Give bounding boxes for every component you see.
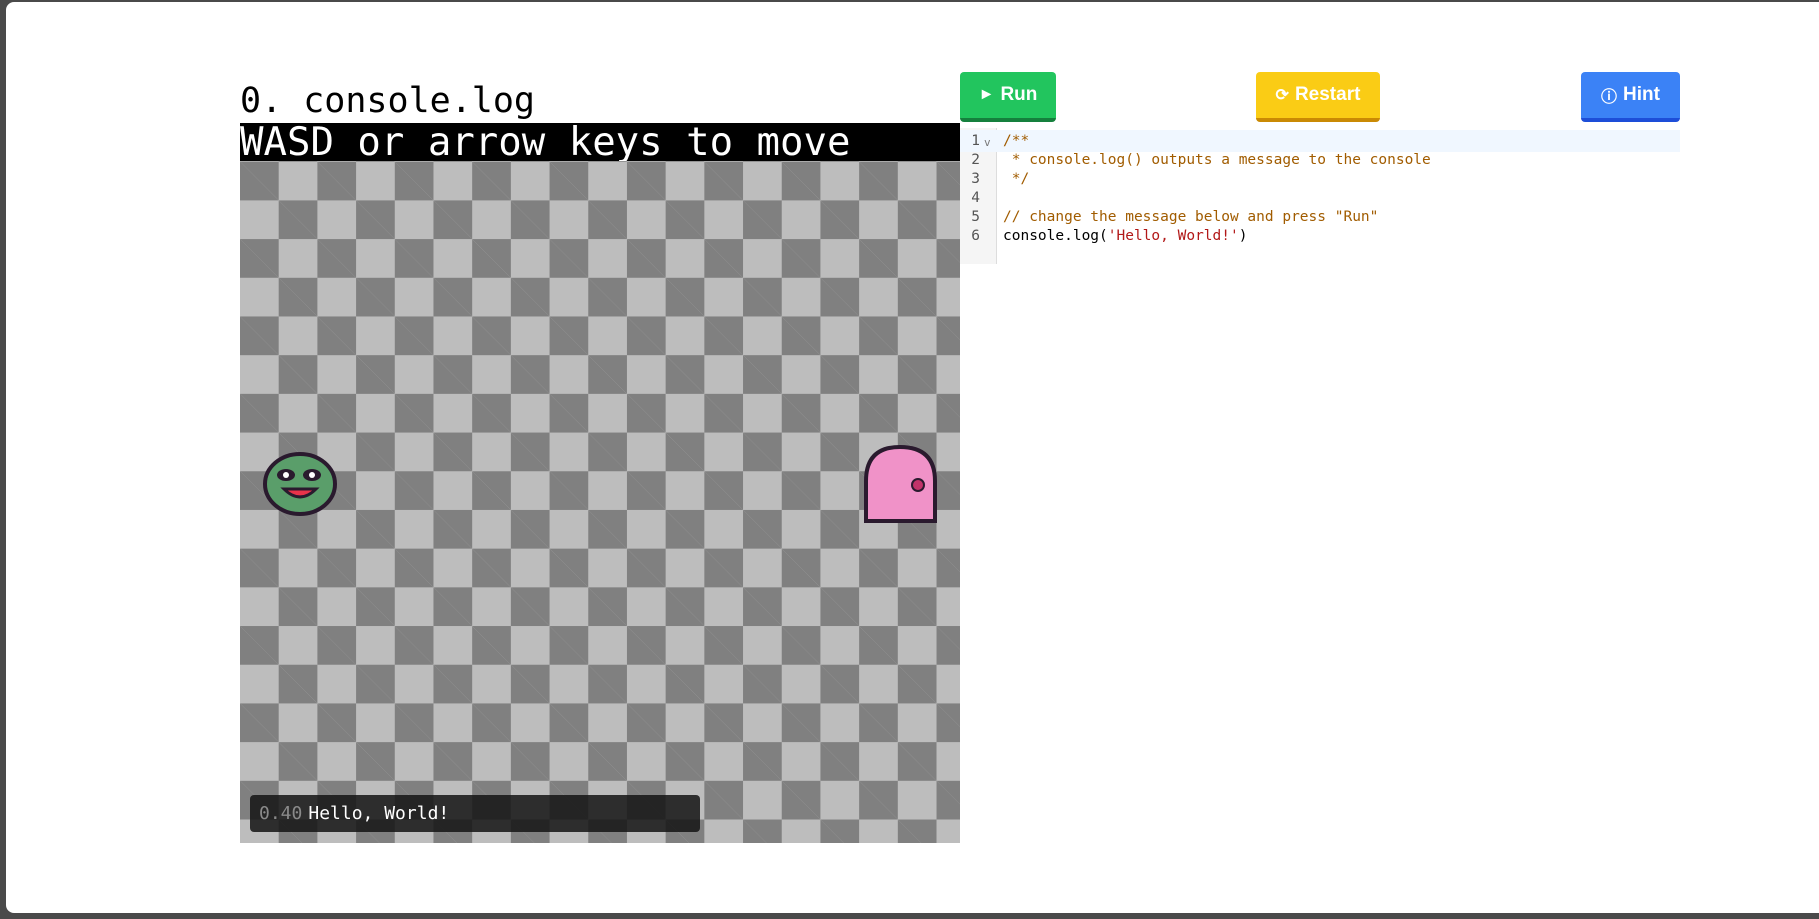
game-instructions: WASD or arrow keys to move — [240, 123, 960, 161]
restart-button-label: Restart — [1294, 84, 1361, 105]
player-character — [263, 452, 337, 516]
run-button[interactable]: ► Run — [960, 72, 1056, 122]
hint-button-label: Hint — [1623, 84, 1660, 105]
string-token: 'Hello, World!' — [1107, 228, 1239, 244]
game-canvas[interactable]: WASD or arrow keys to move 0.40 Hello, Wo… — [240, 123, 960, 843]
level-title: 0. console.log — [240, 81, 536, 121]
code-token: console.log( — [1003, 228, 1108, 244]
run-button-label: Run — [1000, 84, 1038, 105]
code-editor[interactable]: 1 v/** 2 * console.log() outputs a message… — [960, 128, 1680, 264]
code-token: ) — [1238, 228, 1248, 244]
hint-button[interactable]: ⓘ Hint — [1581, 72, 1680, 122]
play-icon: ► — [978, 86, 995, 103]
console-timestamp: 0.40 — [259, 803, 303, 824]
comment-token: /** — [1003, 133, 1030, 149]
comment-token: */ — [1003, 171, 1030, 187]
comment-token: * console.log() outputs a message to the… — [1003, 152, 1431, 168]
code-line[interactable]: 6 console.log('Hello, World!') — [960, 225, 1680, 247]
info-icon: ⓘ — [1601, 89, 1618, 106]
game-console: 0.40 Hello, World! — [250, 795, 700, 832]
code-text: console.log('Hello, World!') — [1003, 225, 1247, 247]
console-message: Hello, World! — [308, 803, 450, 824]
restart-button[interactable]: ⟳ Restart — [1256, 72, 1380, 122]
refresh-icon: ⟳ — [1275, 87, 1289, 104]
exit-door — [864, 444, 937, 523]
line-number: 6 — [971, 228, 980, 244]
comment-token: // change the message below and press "R… — [1003, 209, 1379, 225]
